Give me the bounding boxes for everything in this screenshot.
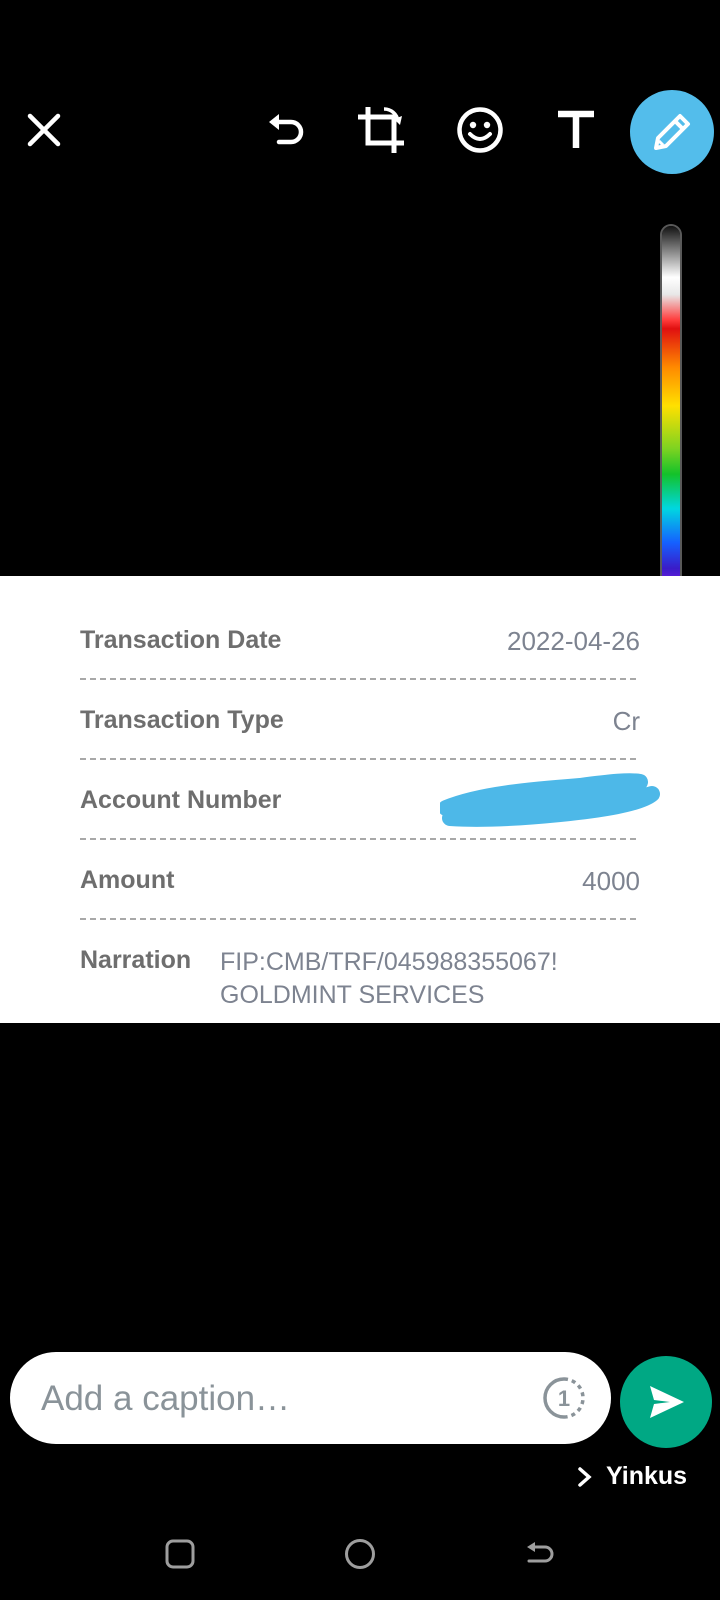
text-button[interactable] — [538, 92, 614, 168]
chevron-right-icon — [578, 1466, 592, 1487]
caption-input[interactable] — [38, 1366, 522, 1432]
row-value: 2022-04-26 — [507, 626, 640, 656]
recents-icon — [165, 1539, 195, 1569]
row-label: Transaction Type — [80, 706, 284, 734]
close-button[interactable] — [6, 92, 82, 168]
crop-rotate-icon — [358, 107, 404, 153]
row-value: Cr — [612, 706, 640, 736]
close-icon — [27, 113, 61, 147]
nav-back-button[interactable] — [516, 1530, 564, 1578]
recipient-chip[interactable]: Yinkus — [576, 1462, 687, 1491]
row-label: Account Number — [80, 786, 282, 814]
emoji-icon — [457, 107, 503, 153]
view-once-button[interactable]: 1 — [542, 1376, 586, 1420]
undo-icon — [269, 114, 304, 145]
divider — [80, 918, 636, 920]
image-editor-screen: Transaction Date 2022-04-26 Transaction … — [0, 0, 720, 1600]
divider — [80, 838, 636, 840]
redaction-scribble — [440, 773, 660, 827]
divider — [80, 758, 636, 760]
recipient-name: Yinkus — [606, 1462, 688, 1490]
undo-button[interactable] — [247, 92, 323, 168]
divider — [80, 678, 636, 680]
narration-line-1: FIP:CMB/TRF/045988355067! — [220, 948, 558, 976]
send-icon — [650, 1386, 684, 1418]
row-value: 4000 — [582, 866, 640, 896]
emoji-button[interactable] — [442, 92, 518, 168]
send-button[interactable] — [620, 1356, 712, 1448]
back-icon — [527, 1542, 554, 1563]
home-icon — [345, 1539, 375, 1569]
view-once-count: 1 — [558, 1386, 570, 1411]
narration-line-2: GOLDMINT SERVICES — [220, 981, 485, 1009]
narration-value: FIP:CMB/TRF/045988355067! GOLDMINT SERVI… — [220, 946, 558, 1012]
nav-recents-button[interactable] — [156, 1530, 204, 1578]
row-label: Amount — [80, 866, 175, 894]
nav-home-button[interactable] — [336, 1530, 384, 1578]
pencil-button[interactable] — [630, 90, 714, 174]
row-label: Narration — [80, 946, 192, 974]
pencil-icon — [654, 114, 690, 150]
view-once-icon: 1 — [543, 1377, 585, 1419]
row-label: Transaction Date — [80, 626, 282, 654]
crop-rotate-button[interactable] — [343, 92, 419, 168]
text-icon — [558, 110, 594, 148]
caption-field[interactable]: Add a caption… 1 — [10, 1352, 611, 1444]
